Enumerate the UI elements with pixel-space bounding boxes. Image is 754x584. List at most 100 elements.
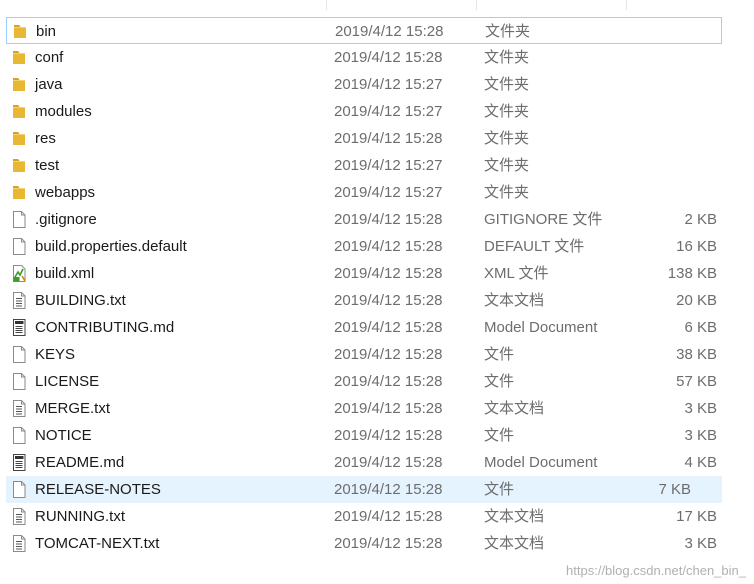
- file-type: Model Document: [484, 454, 598, 471]
- file-size: 38 KB: [676, 346, 717, 363]
- file-date-modified: 2019/4/12 15:28: [334, 454, 443, 471]
- file-date-modified: 2019/4/12 15:28: [334, 373, 443, 390]
- file-row[interactable]: java 2019/4/12 15:27 文件夹: [0, 71, 754, 98]
- file-type: 文本文档: [484, 400, 545, 417]
- file-type: 文件夹: [484, 130, 530, 147]
- file-type: 文件夹: [484, 157, 530, 174]
- file-size: 6 KB: [684, 319, 717, 336]
- folder-icon: [10, 48, 28, 67]
- blank-file-icon: [10, 210, 28, 229]
- file-name: RUNNING.txt: [35, 508, 125, 525]
- file-date-modified: 2019/4/12 15:28: [334, 211, 443, 228]
- file-size: 16 KB: [676, 238, 717, 255]
- folder-icon: [10, 75, 28, 94]
- file-date-modified: 2019/4/12 15:28: [334, 265, 443, 282]
- column-separator-type[interactable]: [476, 0, 477, 10]
- column-separator-size[interactable]: [626, 0, 627, 10]
- file-row[interactable]: build.properties.default 2019/4/12 15:28 D…: [0, 233, 754, 260]
- file-date-modified: 2019/4/12 15:28: [334, 49, 443, 66]
- file-date-modified: 2019/4/12 15:28: [334, 535, 443, 552]
- file-name: RELEASE-NOTES: [35, 481, 161, 498]
- blank-file-icon: [10, 237, 28, 256]
- file-name: NOTICE: [35, 427, 92, 444]
- blank-file-icon: [10, 372, 28, 391]
- markdown-file-icon: [10, 453, 28, 472]
- file-date-modified: 2019/4/12 15:27: [334, 184, 443, 201]
- column-separator-date[interactable]: [326, 0, 327, 10]
- file-row[interactable]: modules 2019/4/12 15:27 文件夹: [0, 98, 754, 125]
- file-row[interactable]: test 2019/4/12 15:27 文件夹: [0, 152, 754, 179]
- text-file-icon: [10, 291, 28, 310]
- file-row[interactable]: bin 2019/4/12 15:28 文件夹: [6, 17, 722, 44]
- file-date-modified: 2019/4/12 15:28: [334, 400, 443, 417]
- file-name: KEYS: [35, 346, 76, 363]
- file-row[interactable]: TOMCAT-NEXT.txt 2019/4/12 15:28 文本文档 3 KB: [0, 530, 754, 557]
- file-row[interactable]: conf 2019/4/12 15:28 文件夹: [0, 44, 754, 71]
- file-name: CONTRIBUTING.md: [35, 319, 175, 336]
- xml-file-icon: [10, 264, 28, 283]
- file-type: GITIGNORE 文件: [484, 211, 603, 228]
- folder-icon: [10, 183, 28, 202]
- text-file-icon: [10, 399, 28, 418]
- file-type: DEFAULT 文件: [484, 238, 585, 255]
- folder-icon: [11, 22, 29, 41]
- file-row[interactable]: RUNNING.txt 2019/4/12 15:28 文本文档 17 KB: [0, 503, 754, 530]
- file-row[interactable]: LICENSE 2019/4/12 15:28 文件 57 KB: [0, 368, 754, 395]
- blank-file-icon: [10, 480, 28, 499]
- file-type: 文件: [484, 373, 515, 390]
- file-name: modules: [35, 103, 92, 120]
- file-row[interactable]: MERGE.txt 2019/4/12 15:28 文本文档 3 KB: [0, 395, 754, 422]
- file-date-modified: 2019/4/12 15:27: [334, 76, 443, 93]
- file-date-modified: 2019/4/12 15:27: [334, 157, 443, 174]
- file-size: 7 KB: [658, 481, 691, 498]
- file-row[interactable]: CONTRIBUTING.md 2019/4/12 15:28 Model Docu…: [0, 314, 754, 341]
- file-row[interactable]: RELEASE-NOTES 2019/4/12 15:28 文件 7 KB: [6, 476, 722, 503]
- file-row[interactable]: README.md 2019/4/12 15:28 Model Document 4 …: [0, 449, 754, 476]
- file-name: test: [35, 157, 60, 174]
- text-file-icon: [10, 507, 28, 526]
- blank-file-icon: [10, 426, 28, 445]
- file-date-modified: 2019/4/12 15:28: [334, 427, 443, 444]
- file-name: README.md: [35, 454, 125, 471]
- file-name: res: [35, 130, 56, 147]
- file-date-modified: 2019/4/12 15:27: [334, 103, 443, 120]
- file-name: TOMCAT-NEXT.txt: [35, 535, 160, 552]
- file-type: Model Document: [484, 319, 598, 336]
- file-name: build.properties.default: [35, 238, 187, 255]
- file-date-modified: 2019/4/12 15:28: [334, 238, 443, 255]
- file-date-modified: 2019/4/12 15:28: [334, 130, 443, 147]
- file-row[interactable]: NOTICE 2019/4/12 15:28 文件 3 KB: [0, 422, 754, 449]
- file-type: 文件夹: [485, 23, 531, 40]
- file-name: MERGE.txt: [35, 400, 111, 417]
- file-row[interactable]: res 2019/4/12 15:28 文件夹: [0, 125, 754, 152]
- file-type: 文件夹: [484, 184, 530, 201]
- file-date-modified: 2019/4/12 15:28: [334, 481, 443, 498]
- file-type: 文件夹: [484, 76, 530, 93]
- file-size: 2 KB: [684, 211, 717, 228]
- file-name: bin: [36, 23, 57, 40]
- file-name: conf: [35, 49, 64, 66]
- file-row[interactable]: BUILDING.txt 2019/4/12 15:28 文本文档 20 KB: [0, 287, 754, 314]
- file-row[interactable]: KEYS 2019/4/12 15:28 文件 38 KB: [0, 341, 754, 368]
- file-type: XML 文件: [484, 265, 549, 282]
- file-row[interactable]: webapps 2019/4/12 15:27 文件夹: [0, 179, 754, 206]
- file-size: 138 KB: [667, 265, 717, 282]
- file-name: BUILDING.txt: [35, 292, 126, 309]
- file-date-modified: 2019/4/12 15:28: [334, 292, 443, 309]
- file-date-modified: 2019/4/12 15:28: [334, 346, 443, 363]
- file-size: 4 KB: [684, 454, 717, 471]
- file-date-modified: 2019/4/12 15:28: [334, 508, 443, 525]
- text-file-icon: [10, 534, 28, 553]
- blank-file-icon: [10, 345, 28, 364]
- markdown-file-icon: [10, 318, 28, 337]
- file-type: 文件夹: [484, 103, 530, 120]
- file-size: 3 KB: [684, 427, 717, 444]
- file-row[interactable]: build.xml 2019/4/12 15:28 XML 文件 138 KB: [0, 260, 754, 287]
- folder-icon: [10, 129, 28, 148]
- file-row[interactable]: .gitignore 2019/4/12 15:28 GITIGNORE 文件 2 K…: [0, 206, 754, 233]
- file-name: build.xml: [35, 265, 95, 282]
- folder-icon: [10, 102, 28, 121]
- file-type: 文件: [484, 481, 515, 498]
- file-type: 文本文档: [484, 535, 545, 552]
- file-date-modified: 2019/4/12 15:28: [334, 319, 443, 336]
